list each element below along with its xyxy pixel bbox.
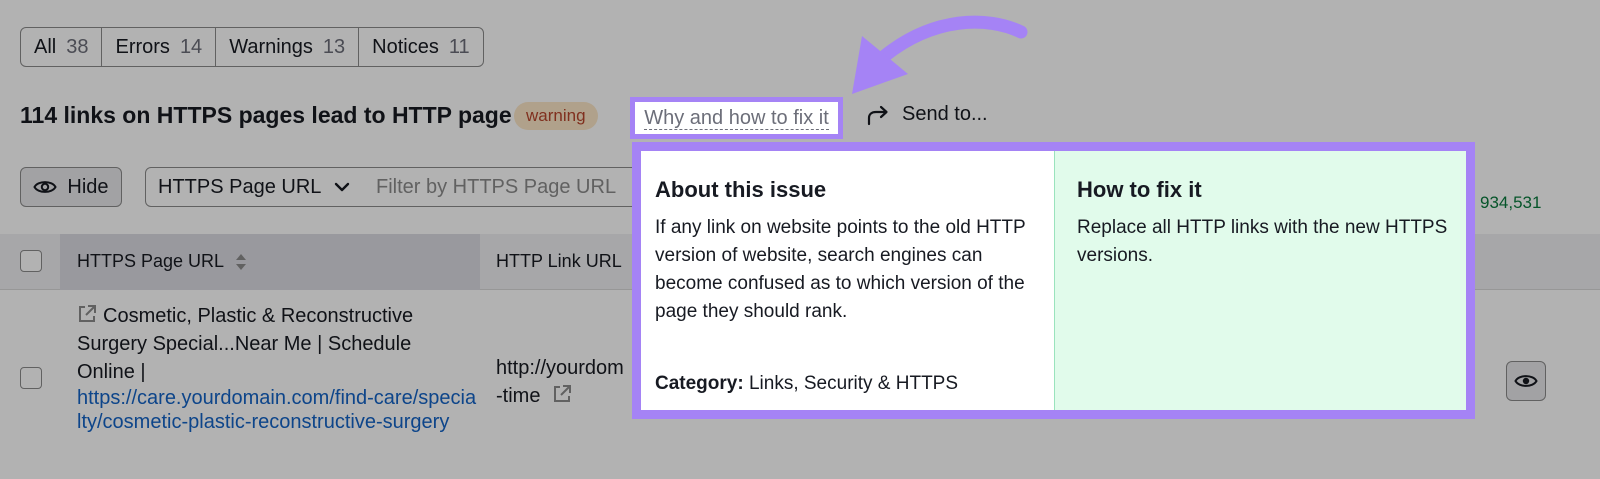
tab-label: All: [34, 35, 57, 58]
about-issue-section: About this issue If any link on website …: [641, 151, 1055, 410]
send-to-label: Send to...: [902, 103, 988, 125]
external-link-icon[interactable]: [77, 304, 97, 324]
tab-label: Warnings: [229, 35, 313, 58]
warning-badge: warning: [514, 102, 598, 130]
tab-notices[interactable]: Notices 11: [359, 28, 482, 66]
column-label: HTTPS Page URL: [77, 251, 224, 271]
chevron-down-icon: [334, 182, 350, 192]
tab-label: Notices: [372, 35, 439, 58]
issue-title: 114 links on HTTPS pages lead to HTTP pa…: [20, 102, 512, 128]
http-link-cell: http://yourdom -time: [496, 354, 624, 410]
issue-category: Category: Links, Security & HTTPS: [655, 373, 958, 395]
hide-label: Hide: [67, 175, 109, 198]
column-label: HTTP Link URL: [496, 251, 622, 271]
column-select[interactable]: HTTPS Page URL: [145, 167, 365, 207]
column-header-https-page-url[interactable]: HTTPS Page URL: [60, 234, 480, 290]
external-link-icon[interactable]: [552, 384, 572, 404]
page-title: Cosmetic, Plastic & Reconstructive Surge…: [77, 305, 414, 383]
about-issue-title: About this issue: [655, 177, 827, 202]
http-link-text-end[interactable]: -time: [496, 385, 540, 407]
tab-count: 14: [179, 35, 203, 58]
why-link-label: Why and how to fix it: [644, 106, 829, 130]
tab-label: Errors: [115, 35, 170, 58]
page-url-link[interactable]: https://care.yourdomain.com/find-care/sp…: [77, 386, 477, 434]
http-link-text[interactable]: http://yourdom: [496, 354, 624, 382]
how-to-fix-text: Replace all HTTP links with the new HTTP…: [1077, 217, 1448, 266]
column-header-label: HTTPS Page URL: [77, 251, 248, 272]
annotation-arrow-icon: [852, 15, 1028, 94]
row-checkbox[interactable]: [20, 367, 42, 389]
tab-all[interactable]: All 38: [21, 28, 103, 66]
about-issue-text: If any link on website points to the old…: [655, 217, 1026, 322]
how-to-fix-title: How to fix it: [1077, 177, 1202, 202]
tab-count: 13: [322, 35, 346, 58]
share-arrow-icon: [867, 105, 888, 125]
tab-count: 11: [448, 35, 470, 58]
tab-errors[interactable]: Errors 14: [102, 28, 217, 66]
select-value: HTTPS Page URL: [158, 175, 322, 198]
hide-button[interactable]: Hide: [20, 167, 122, 207]
select-all-checkbox[interactable]: [20, 250, 42, 272]
tab-count: 38: [66, 35, 89, 58]
tab-warnings[interactable]: Warnings 13: [216, 28, 360, 66]
category-value: Links, Security & HTTPS: [748, 373, 959, 394]
column-header-http-link-url[interactable]: HTTP Link URL: [496, 251, 646, 272]
http-link-text-continued: -time: [496, 382, 624, 410]
row-view-button[interactable]: [1506, 361, 1546, 401]
category-label: Category:: [655, 373, 744, 394]
eye-icon: [33, 181, 58, 193]
eye-icon: [1514, 375, 1538, 387]
why-and-how-to-fix-link[interactable]: Why and how to fix it: [630, 97, 843, 139]
sort-icon: [236, 254, 247, 271]
filter-input[interactable]: Filter by HTTPS Page URL: [364, 167, 664, 207]
issue-info-popup: About this issue If any link on website …: [632, 142, 1475, 419]
how-to-fix-section: How to fix it Replace all HTTP links wit…: [1055, 151, 1466, 410]
send-to-button[interactable]: Send to...: [866, 103, 988, 126]
total-count: 934,531: [1480, 193, 1542, 212]
filter-tabs: All 38 Errors 14 Warnings 13 Notices 11: [20, 27, 484, 67]
page-title-cell: Cosmetic, Plastic & Reconstructive Surge…: [77, 302, 467, 386]
